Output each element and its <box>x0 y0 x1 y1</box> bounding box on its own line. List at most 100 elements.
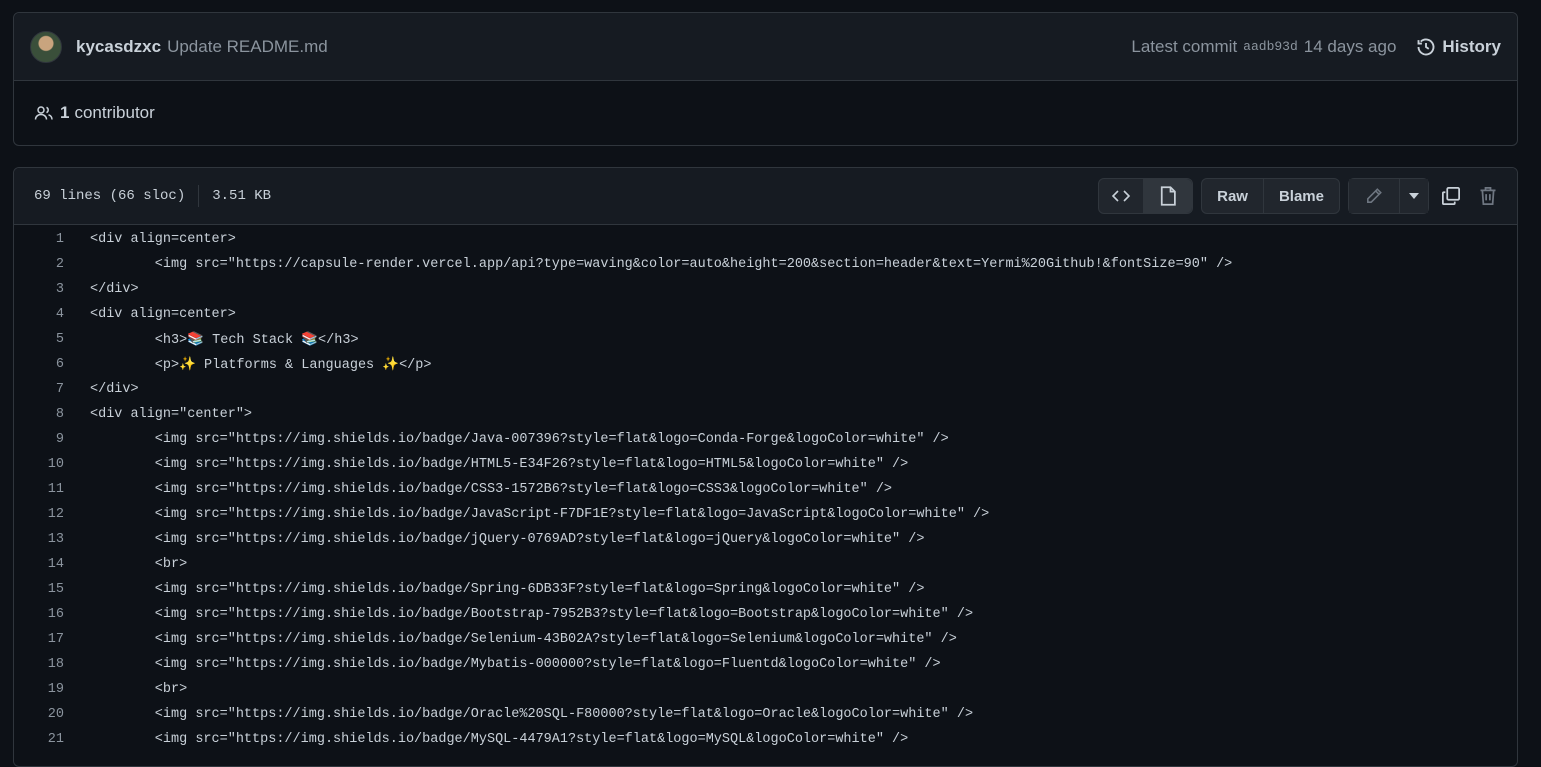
code-line: 9 <img src="https://img.shields.io/badge… <box>14 427 1517 452</box>
copy-icon <box>1442 187 1460 205</box>
commit-message-link[interactable]: Update README.md <box>167 37 328 57</box>
code-line: 1 <div align=center> <box>14 227 1517 252</box>
line-number[interactable]: 20 <box>14 707 64 722</box>
triangle-down-icon <box>1409 193 1419 199</box>
code-line-text: <img src="https://img.shields.io/badge/S… <box>90 582 925 597</box>
file-lines-info: 69 lines (66 sloc) <box>34 188 186 204</box>
code-line-text: <img src="https://img.shields.io/badge/C… <box>90 482 893 497</box>
code-line: 14 <br> <box>14 552 1517 577</box>
line-number[interactable]: 5 <box>14 332 64 347</box>
code-line: 20 <img src="https://img.shields.io/badg… <box>14 702 1517 727</box>
line-number[interactable]: 2 <box>14 257 64 272</box>
line-number[interactable]: 15 <box>14 582 64 597</box>
code-line-text: <img src="https://img.shields.io/badge/M… <box>90 732 909 747</box>
code-line: 13 <img src="https://img.shields.io/badg… <box>14 527 1517 552</box>
code-line: 17 <img src="https://img.shields.io/badg… <box>14 627 1517 652</box>
line-number[interactable]: 14 <box>14 557 64 572</box>
code-line: 10 <img src="https://img.shields.io/badg… <box>14 452 1517 477</box>
code-line: 16 <img src="https://img.shields.io/badg… <box>14 602 1517 627</box>
code-line-text: <br> <box>90 682 188 697</box>
raw-button[interactable]: Raw <box>1202 179 1264 213</box>
code-line-text: <div align=center> <box>90 232 236 247</box>
display-rendered-button[interactable] <box>1144 179 1193 213</box>
line-number[interactable]: 13 <box>14 532 64 547</box>
code-line: 7 </div> <box>14 377 1517 402</box>
code-icon <box>1111 190 1131 202</box>
code-line-text: <img src="https://img.shields.io/badge/J… <box>90 432 949 447</box>
line-number[interactable]: 17 <box>14 632 64 647</box>
line-number[interactable]: 4 <box>14 307 64 322</box>
code-line: 2 <img src="https://capsule-render.verce… <box>14 252 1517 277</box>
raw-blame-group: Raw Blame <box>1201 178 1340 214</box>
commit-author-link[interactable]: kycasdzxc <box>76 37 161 57</box>
contributor-count: 1 <box>60 103 70 122</box>
avatar[interactable] <box>30 30 62 63</box>
line-number[interactable]: 16 <box>14 607 64 622</box>
code-line: 12 <img src="https://img.shields.io/badg… <box>14 502 1517 527</box>
contributor-label: contributor <box>74 103 155 122</box>
file-header: 69 lines (66 sloc) 3.51 KB Raw Blame <box>14 168 1517 225</box>
code-line: 8 <div align="center"> <box>14 402 1517 427</box>
file-icon <box>1161 186 1176 206</box>
code-line-text: <div align=center> <box>90 307 236 322</box>
code-line-text: <img src="https://img.shields.io/badge/O… <box>90 707 974 722</box>
code-line-text: <h3>📚 Tech Stack 📚</h3> <box>90 333 359 348</box>
code-line-text: <img src="https://img.shields.io/badge/J… <box>90 507 990 522</box>
edit-file-button[interactable] <box>1349 179 1400 213</box>
code-line: 11 <img src="https://img.shields.io/badg… <box>14 477 1517 502</box>
copy-raw-button[interactable] <box>1441 186 1461 206</box>
divider <box>198 185 200 207</box>
display-source-button[interactable] <box>1099 179 1145 213</box>
code-line: 15 <img src="https://img.shields.io/badg… <box>14 577 1517 602</box>
commit-sha-link[interactable]: aadb93d <box>1243 39 1298 54</box>
code-line-text: <img src="https://img.shields.io/badge/S… <box>90 632 957 647</box>
people-icon <box>34 106 53 120</box>
line-number[interactable]: 12 <box>14 507 64 522</box>
history-label: History <box>1442 36 1501 56</box>
code-line-text: <br> <box>90 557 188 572</box>
code-line: 3 </div> <box>14 277 1517 302</box>
code-line-text: <img src="https://img.shields.io/badge/j… <box>90 532 925 547</box>
commit-time: 14 days ago <box>1303 36 1397 56</box>
code-view: 1 <div align=center> 2 <img src="https://c… <box>14 225 1517 752</box>
history-link[interactable]: History <box>1416 37 1501 57</box>
line-number[interactable]: 10 <box>14 457 64 472</box>
line-number[interactable]: 1 <box>14 232 64 247</box>
line-number[interactable]: 7 <box>14 382 64 397</box>
line-number[interactable]: 3 <box>14 282 64 297</box>
file-box: 69 lines (66 sloc) 3.51 KB Raw Blame 1 <… <box>13 167 1518 767</box>
line-number[interactable]: 19 <box>14 682 64 697</box>
line-number[interactable]: 18 <box>14 657 64 672</box>
code-line: 21 <img src="https://img.shields.io/badg… <box>14 727 1517 752</box>
code-line: 5 <h3>📚 Tech Stack 📚</h3> <box>14 327 1517 352</box>
commit-box: kycasdzxc Update README.md Latest commit… <box>13 12 1518 146</box>
view-toggle-group <box>1098 178 1194 214</box>
history-icon <box>1417 38 1435 55</box>
code-line: 18 <img src="https://img.shields.io/badg… <box>14 652 1517 677</box>
trash-icon <box>1480 187 1496 205</box>
edit-group <box>1348 178 1429 214</box>
code-line-text: <p>✨ Platforms & Languages ✨</p> <box>90 358 432 373</box>
code-line: 19 <br> <box>14 677 1517 702</box>
delete-file-button[interactable] <box>1479 186 1497 206</box>
line-number[interactable]: 21 <box>14 732 64 747</box>
edit-dropdown-button[interactable] <box>1400 179 1428 213</box>
line-number[interactable]: 6 <box>14 357 64 372</box>
pencil-icon <box>1367 188 1382 203</box>
latest-commit-label: Latest commit <box>1131 36 1238 56</box>
code-line: 4 <div align=center> <box>14 302 1517 327</box>
line-number[interactable]: 11 <box>14 482 64 497</box>
latest-commit-bar: kycasdzxc Update README.md Latest commit… <box>14 13 1517 81</box>
code-line-text: <img src="https://img.shields.io/badge/H… <box>90 457 909 472</box>
code-line-text: </div> <box>90 382 139 397</box>
blame-button[interactable]: Blame <box>1264 179 1339 213</box>
line-number[interactable]: 8 <box>14 407 64 422</box>
code-line-text: </div> <box>90 282 139 297</box>
code-line: 6 <p>✨ Platforms & Languages ✨</p> <box>14 352 1517 377</box>
code-line-text: <img src="https://img.shields.io/badge/M… <box>90 657 941 672</box>
contributors-row[interactable]: 1 contributor <box>14 81 1517 145</box>
code-line-text: <img src="https://img.shields.io/badge/B… <box>90 607 974 622</box>
file-size: 3.51 KB <box>212 188 272 204</box>
line-number[interactable]: 9 <box>14 432 64 447</box>
code-line-text: <div align="center"> <box>90 407 253 422</box>
